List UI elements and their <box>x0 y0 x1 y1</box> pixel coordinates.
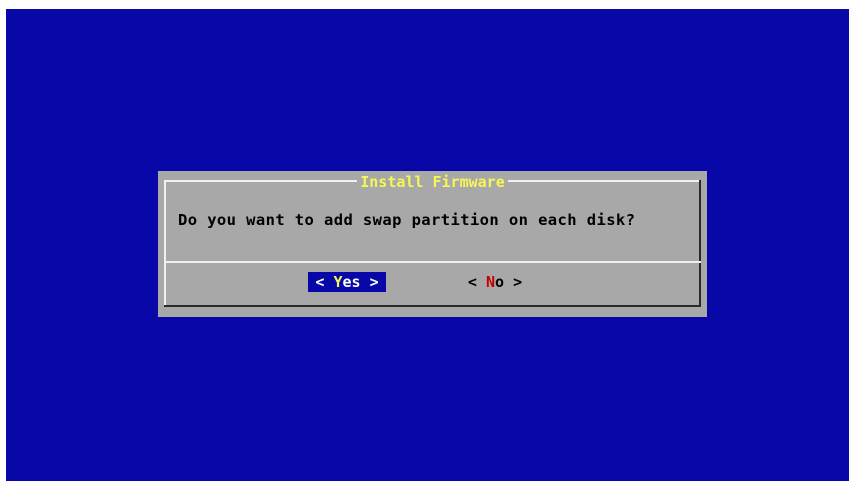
button-area-separator <box>164 261 701 263</box>
yes-button-label: es <box>342 273 361 291</box>
yes-button-close-bracket: > <box>369 273 379 291</box>
no-button-close-bracket: > <box>513 273 523 291</box>
dialog-frame-left <box>164 180 166 307</box>
dialog-title: Install Firmware <box>357 173 508 191</box>
dialog-frame-bottom <box>164 305 701 307</box>
no-button-label: o <box>495 273 505 291</box>
yes-button[interactable]: < Yes > <box>308 272 386 292</box>
install-firmware-dialog: Install Firmware Do you want to add swap… <box>158 171 707 317</box>
no-button-hotkey: N <box>485 273 495 291</box>
dialog-frame-right <box>699 180 701 307</box>
dialog-message: Do you want to add swap partition on eac… <box>178 211 636 229</box>
no-button-open-bracket: < <box>467 273 477 291</box>
no-button[interactable]: < No > <box>455 272 535 292</box>
yes-button-open-bracket: < <box>315 273 325 291</box>
desktop-background: Install Firmware Do you want to add swap… <box>6 9 849 481</box>
dialog-title-wrap: Install Firmware <box>158 172 707 191</box>
